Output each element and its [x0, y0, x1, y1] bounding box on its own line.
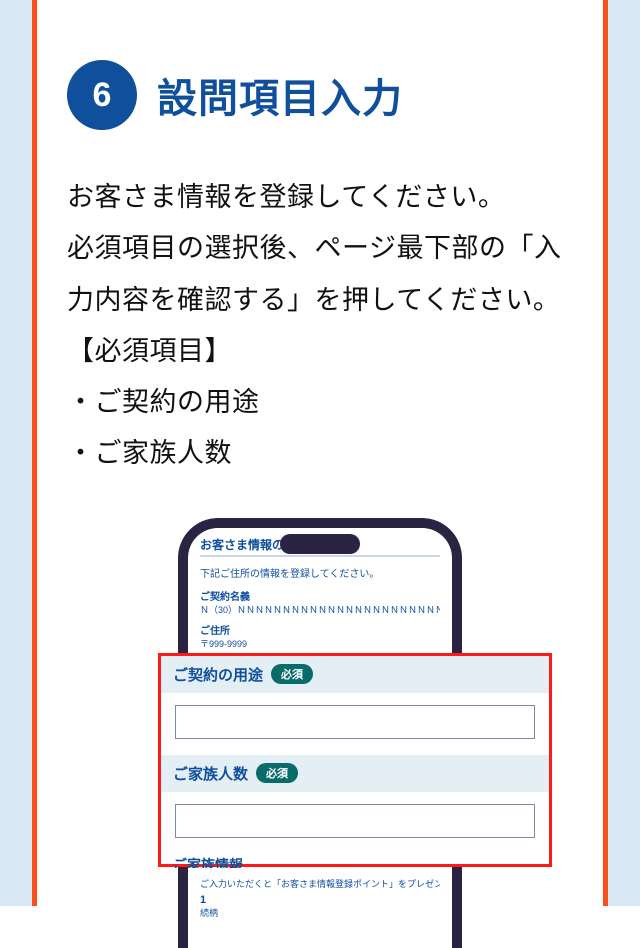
required-heading: 【必須項目】	[67, 326, 573, 377]
screen-sub: 下記ご住所の情報を登録してください。	[200, 565, 440, 580]
highlighted-required-fields: ご契約の用途 必須 ご家族人数 必須 ご家族情報	[158, 653, 552, 867]
contract-purpose-body	[161, 693, 549, 755]
family-size-body	[161, 792, 549, 854]
family-size-section: ご家族人数 必須	[161, 755, 549, 854]
contract-purpose-section: ご契約の用途 必須	[161, 656, 549, 755]
step-number: 6	[93, 76, 112, 115]
family-size-header: ご家族人数 必須	[161, 755, 549, 792]
contract-name-label: ご契約名義	[200, 588, 440, 603]
required-badge: 必須	[256, 763, 298, 783]
required-bullet-2: ・ご家族人数	[67, 428, 573, 479]
address-value: 〒999-9999	[200, 637, 440, 650]
points-note: ご入力いただくと「お客さま情報登録ポイント」をプレゼントさせ	[200, 878, 440, 891]
divider	[200, 555, 440, 557]
instruction-line-2: 必須項目の選択後、ページ最下部の「入力内容を確認する」を押してください。	[67, 223, 573, 326]
contract-purpose-input[interactable]	[175, 705, 535, 739]
address-label: ご住所	[200, 622, 440, 637]
required-badge: 必須	[271, 664, 313, 684]
step-title: 設問項目入力	[157, 66, 403, 124]
step-card: 6 設問項目入力 お客さま情報を登録してください。 必須項目の選択後、ページ最下…	[32, 0, 608, 906]
step-number-badge: 6	[67, 60, 137, 130]
family-size-label: ご家族人数	[173, 763, 248, 784]
phone-notch-icon	[280, 534, 360, 554]
contract-name-value: Ｎ（30）ＮＮＮＮＮＮＮＮＮＮＮＮＮＮＮＮＮＮＮＮＮＮＮ	[200, 603, 440, 616]
family-number: 1	[200, 894, 440, 906]
step-header: 6 設問項目入力	[67, 60, 573, 130]
family-info-truncated-label: ご家族情報	[161, 854, 549, 868]
phone-illustration-area: お客さま情報の登録 下記ご住所の情報を登録してください。 ご契約名義 Ｎ（30）…	[67, 518, 573, 948]
required-bullet-1: ・ご契約の用途	[67, 377, 573, 428]
relation-label: 続柄	[200, 906, 440, 919]
contract-purpose-label: ご契約の用途	[173, 664, 263, 685]
instruction-line-1: お客さま情報を登録してください。	[67, 172, 573, 223]
contract-purpose-header: ご契約の用途 必須	[161, 656, 549, 693]
family-size-input[interactable]	[175, 804, 535, 838]
phone-lower-content: ご入力いただくと「お客さま情報登録ポイント」をプレゼントさせ 1 続柄	[188, 878, 452, 920]
instruction-text: お客さま情報を登録してください。 必須項目の選択後、ページ最下部の「入力内容を確…	[67, 172, 573, 480]
